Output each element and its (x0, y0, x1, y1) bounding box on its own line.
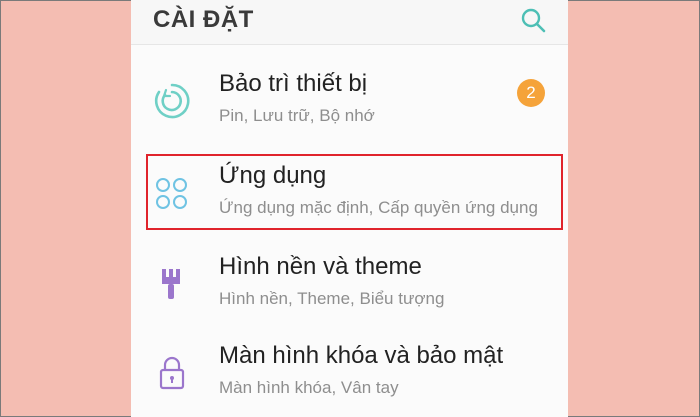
notification-badge: 2 (517, 79, 545, 107)
search-icon[interactable] (519, 6, 547, 34)
setting-title: Hình nền và theme (219, 253, 422, 280)
setting-title: Bảo trì thiết bị (219, 70, 368, 97)
setting-item-device-maintenance[interactable]: Bảo trì thiết bị Pin, Lưu trữ, Bộ nhớ 2 (131, 60, 568, 148)
header: CÀI ĐẶT (131, 0, 568, 45)
setting-subtitle: Màn hình khóa, Vân tay (219, 378, 399, 397)
setting-title: Màn hình khóa và bảo mật (219, 342, 504, 369)
device-maintenance-icon (154, 83, 190, 119)
setting-subtitle: Hình nền, Theme, Biểu tượng (219, 289, 445, 308)
page-title: CÀI ĐẶT (153, 6, 254, 33)
setting-item-lock-screen-security[interactable]: Màn hình khóa và bảo mật Màn hình khóa, … (131, 332, 568, 417)
setting-item-wallpaper-theme[interactable]: Hình nền và theme Hình nền, Theme, Biểu … (131, 243, 568, 331)
paintbrush-icon (162, 269, 180, 299)
setting-subtitle: Pin, Lưu trữ, Bộ nhớ (219, 106, 375, 125)
lock-icon (159, 356, 185, 390)
highlight-box (146, 154, 563, 230)
